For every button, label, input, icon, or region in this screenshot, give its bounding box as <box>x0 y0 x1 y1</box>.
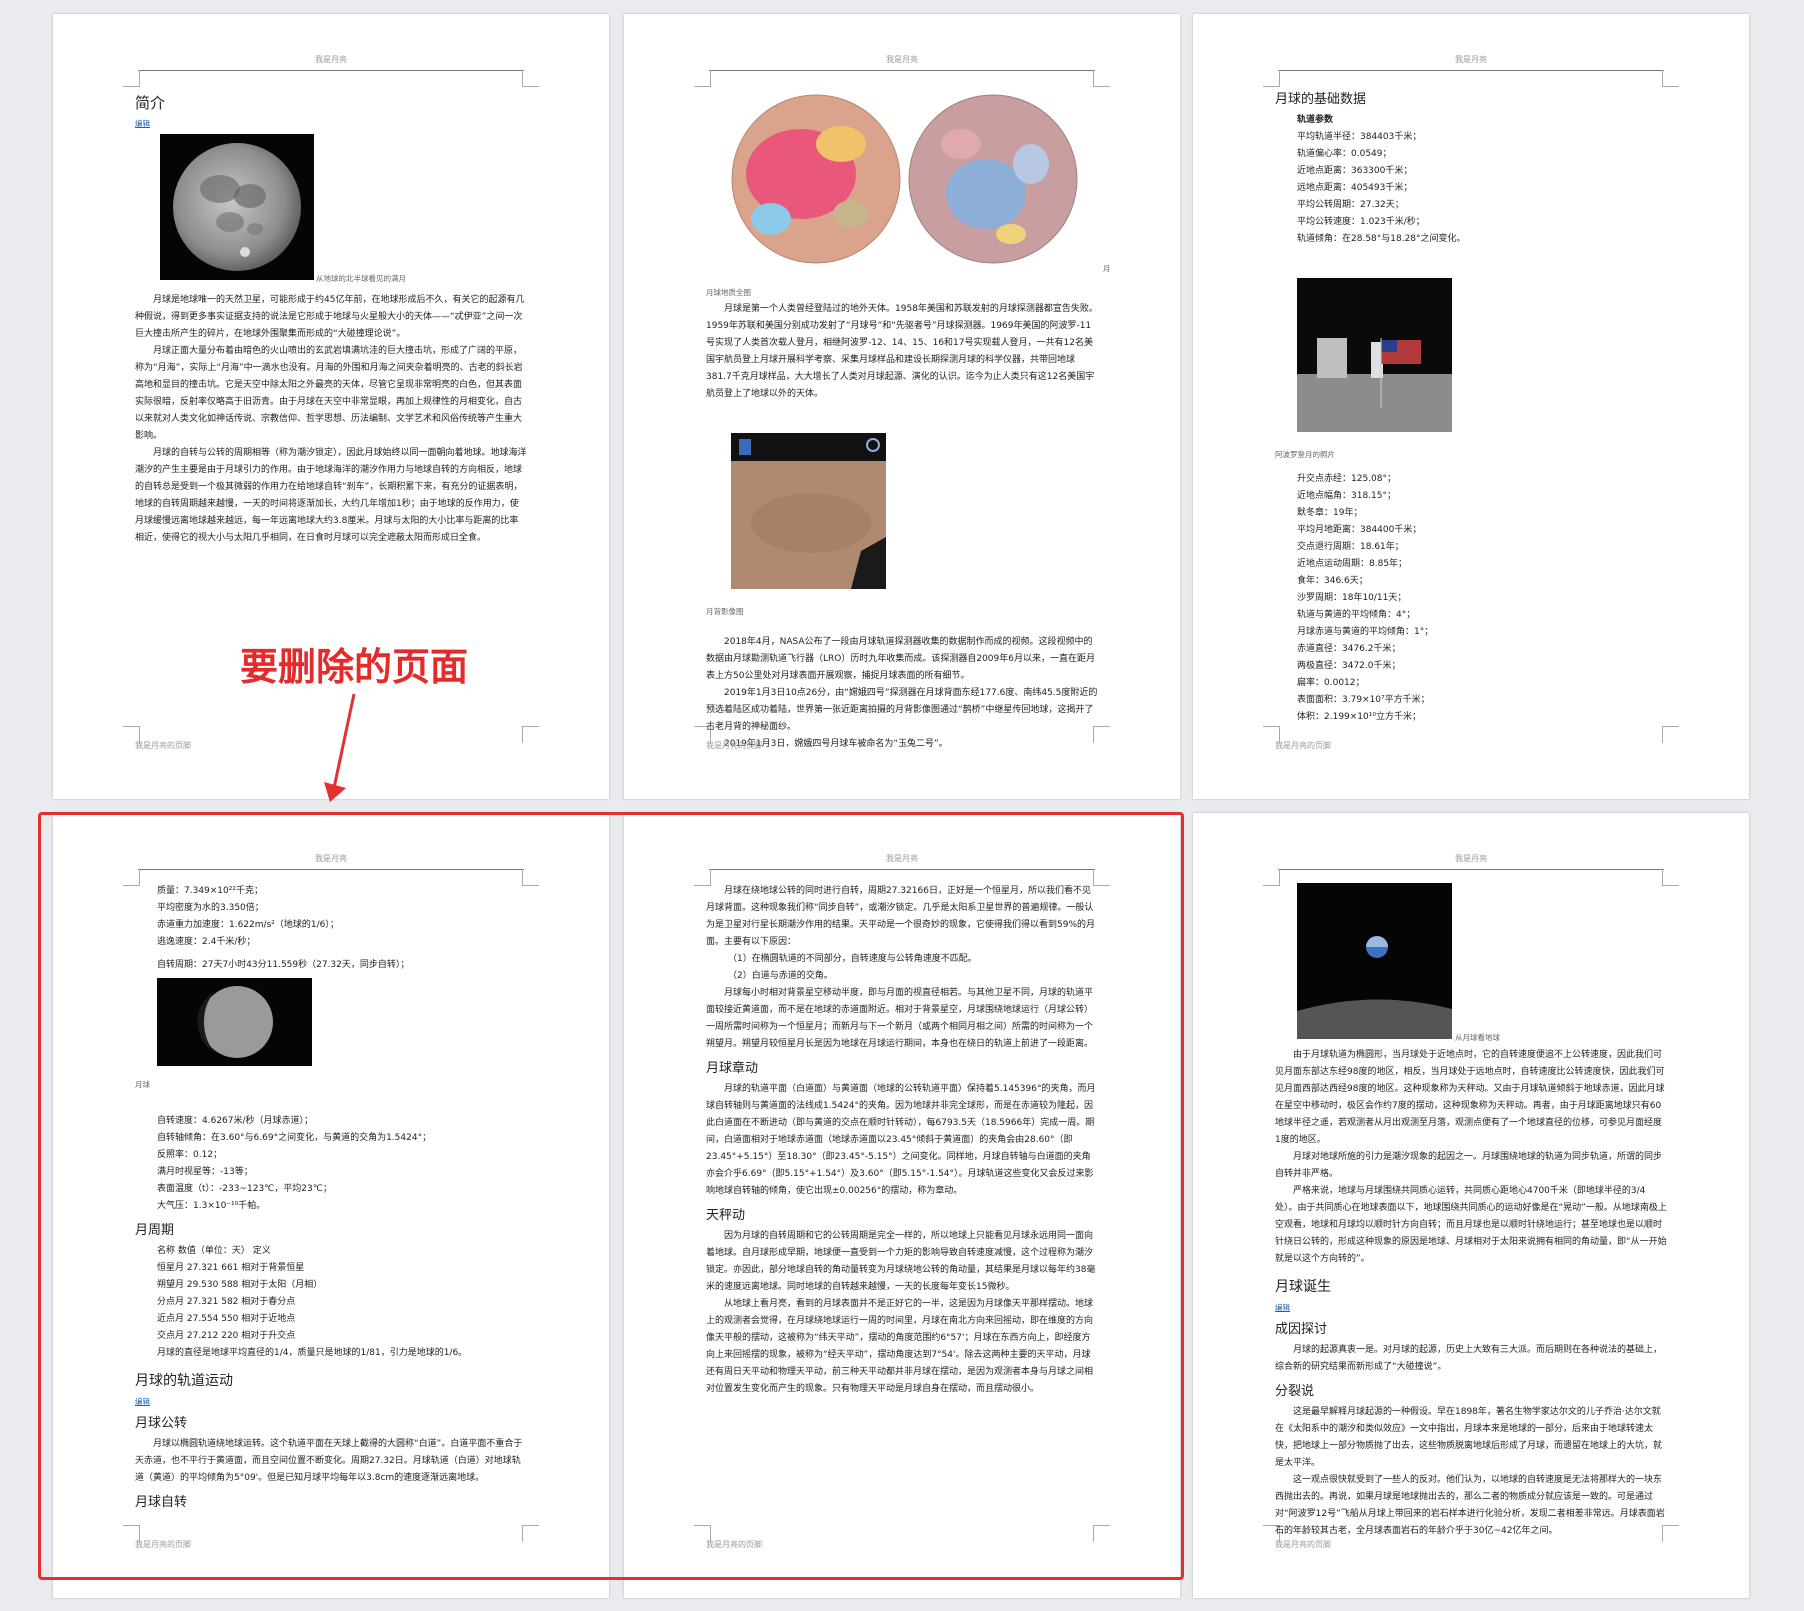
page-header: 我是月亮 <box>1455 55 1487 64</box>
orbit-item: 远地点距离：405493千米； <box>1297 183 1413 193</box>
intro-para-3: 月球的自转与公转的周期相等（称为潮汐锁定），因此月球始终以同一面朝向着地球。地球… <box>135 448 527 543</box>
orbit-item: 平均月地距离：384400千米； <box>1297 525 1422 535</box>
orbit-item: 平均公转周期：27.32天； <box>1297 200 1404 210</box>
orbit-list-2: 升交点赤经：125.08°； 近地点幅角：318.15°； 默冬章：19年； 平… <box>1275 471 1667 726</box>
page-2-content: 月 月球地质全图 月球是第一个人类曾经登陆过的地外天体。1958年美国和苏联发射… <box>706 84 1111 753</box>
moon-label: 月 <box>1103 264 1111 273</box>
heading-basic-data: 月球的基础数据 <box>1275 92 1367 107</box>
page-header: 我是月亮 <box>315 55 347 64</box>
full-moon-image: 从地球的北半球看见的满月 <box>160 134 527 284</box>
yutu2-para: 2019年1月3日，嫦娥四号月球车被命名为“玉兔二号”。 <box>724 739 948 749</box>
orbit-item: 沙罗周期：18年10/11天； <box>1297 593 1407 603</box>
page-3: 我是月亮 月球的基础数据 轨道参数 平均轨道半径：384403千米； 轨道偏心率… <box>1193 14 1749 799</box>
orbit-item: 扁率：0.0012； <box>1297 678 1365 688</box>
far-side-image <box>731 433 1098 593</box>
page-header: 我是月亮 <box>1455 854 1487 863</box>
orbit-item: 轨道倾角：在28.58°与18.28°之间变化。 <box>1297 234 1466 244</box>
full-moon-photo <box>160 134 314 280</box>
earthrise-photo <box>1297 883 1452 1039</box>
far-side-caption: 月背影像图 <box>706 607 744 616</box>
far-side-photo <box>731 433 886 589</box>
delete-highlight-box <box>38 812 1184 1580</box>
orbit-item: 食年：346.6天； <box>1297 576 1368 586</box>
orbit-item: 赤道直径：3476.2千米； <box>1297 644 1401 654</box>
page-footer: 我是月亮的页脚 <box>135 741 191 750</box>
fission-para-2: 这一观点很快就受到了一些人的反对。他们认为，以地球的自转速度是无法将那样大的一块… <box>1275 1475 1665 1536</box>
edit-link[interactable]: 编辑 <box>1275 1302 1667 1314</box>
orbit-item: 月球赤道与黄道的平均倾角：1°； <box>1297 627 1434 637</box>
libration-explain-para: 由于月球轨道为椭圆形，当月球处于近地点时，它的自转速度便追不上公转速度，因此我们… <box>1275 1050 1665 1145</box>
page-header: 我是月亮 <box>886 55 918 64</box>
origin-para: 月球的起源真衷一是。对月球的起源，历史上大致有三大派。而后期则在各种说法的基础上… <box>1275 1345 1663 1372</box>
orbit-item: 轨道与黄道的平均倾角：4°； <box>1297 610 1416 620</box>
orbit-item: 默冬章：19年； <box>1297 508 1363 518</box>
apollo-image <box>1297 278 1667 438</box>
geologic-map-caption: 月球地质全图 <box>706 288 751 297</box>
image-caption: 从地球的北半球看见的满月 <box>316 274 406 283</box>
apollo-photo <box>1297 278 1452 432</box>
barycenter-para: 严格来说，地球与月球围绕共同质心运转，共同质心距地心4700千米（即地球半径的3… <box>1275 1186 1667 1264</box>
orbit-item: 近地点距离：363300千米； <box>1297 166 1413 176</box>
annotation-arrow-icon <box>324 693 356 802</box>
intro-para-1: 月球是地球唯一的天然卫星，可能形成于约45亿年前，在地球形成后不久，有关它的起源… <box>135 295 525 339</box>
geologic-map-image: 月 <box>731 84 1111 274</box>
page-2: 我是月亮 月 月球地质全图 月球是第一个人类曾经登陆过的地外天体。1958年美国… <box>624 14 1180 799</box>
fission-para-1: 这是最早解释月球起源的一种假设。早在1898年，著名生物学家达尔文的儿子乔治·达… <box>1275 1407 1663 1468</box>
orbit-item: 平均轨道半径：384403千米； <box>1297 132 1422 142</box>
page-footer: 我是月亮的页脚 <box>1275 1540 1331 1549</box>
change4-para: 2019年1月3日10点26分，由“嫦娥四号”探测器在月球背面东经177.6度、… <box>706 688 1098 732</box>
orbit-item: 近地点幅角：318.15°； <box>1297 491 1396 501</box>
orbit-item: 两极直径：3472.0千米； <box>1297 661 1401 671</box>
orbit-item: 体积：2.199×10¹⁰立方千米； <box>1297 712 1421 722</box>
page-6-content: 从月球看地球 由于月球轨道为椭圆形，当月球处于近地点时，它的自转速度便追不上公转… <box>1275 883 1667 1540</box>
orbit-subtitle: 轨道参数 <box>1297 115 1334 125</box>
annotation-label: 要删除的页面 <box>240 645 469 689</box>
orbit-item: 平均公转速度：1.023千米/秒； <box>1297 217 1425 227</box>
earthrise-image: 从月球看地球 <box>1297 883 1667 1043</box>
heading-fission: 分裂说 <box>1275 1384 1315 1399</box>
orbit-item: 表面面积：3.79×10⁷平方千米； <box>1297 695 1430 705</box>
heading-intro: 简介 <box>135 94 166 112</box>
orbit-item: 轨道偏心率：0.0549； <box>1297 149 1392 159</box>
apollo-caption: 阿波罗登月的照片 <box>1275 450 1335 459</box>
orbit-item: 近地点运动周期：8.85年； <box>1297 559 1408 569</box>
nasa-para: 2018年4月，NASA公布了一段由月球轨道探测器收集的数据制作而成的视频。这段… <box>706 637 1095 681</box>
lunar-geologic-map <box>731 94 1078 264</box>
intro-para-2: 月球正面大量分布着由暗色的火山喷出的玄武岩填满坑洼的巨大撞击坑，形成了广阔的平原… <box>135 346 523 441</box>
page-3-content: 月球的基础数据 轨道参数 平均轨道半径：384403千米； 轨道偏心率：0.05… <box>1275 84 1667 726</box>
page-6: 我是月亮 从月球看地球 由于月球轨道为椭圆形，当月球处于近地点时，它的自转速度便… <box>1193 813 1749 1598</box>
edit-link[interactable]: 编辑 <box>135 118 527 130</box>
heading-origin: 成因探讨 <box>1275 1322 1328 1337</box>
earthrise-caption: 从月球看地球 <box>1455 1033 1500 1042</box>
page-footer: 我是月亮的页脚 <box>1275 741 1331 750</box>
landing-para: 月球是第一个人类曾经登陆过的地外天体。1958年美国和苏联发射的月球探测器都宣告… <box>706 304 1098 399</box>
heading-moon-birth: 月球诞生 <box>1275 1279 1331 1295</box>
page-1-content: 简介 编辑 从地球的北半球看见的满月 月球是地球唯一的天然卫星，可能形成于约45… <box>135 84 527 547</box>
orbit-item: 升交点赤经：125.08°； <box>1297 474 1396 484</box>
page-footer: 我是月亮的页脚 <box>706 741 762 750</box>
tide-para: 月球对地球所施的引力是潮汐现象的起因之一。月球围绕地球的轨道为同步轨道，所谓的同… <box>1275 1152 1663 1179</box>
orbit-list-1: 平均轨道半径：384403千米； 轨道偏心率：0.0549； 近地点距离：363… <box>1275 129 1667 248</box>
orbit-item: 交点退行周期：18.61年； <box>1297 542 1404 552</box>
